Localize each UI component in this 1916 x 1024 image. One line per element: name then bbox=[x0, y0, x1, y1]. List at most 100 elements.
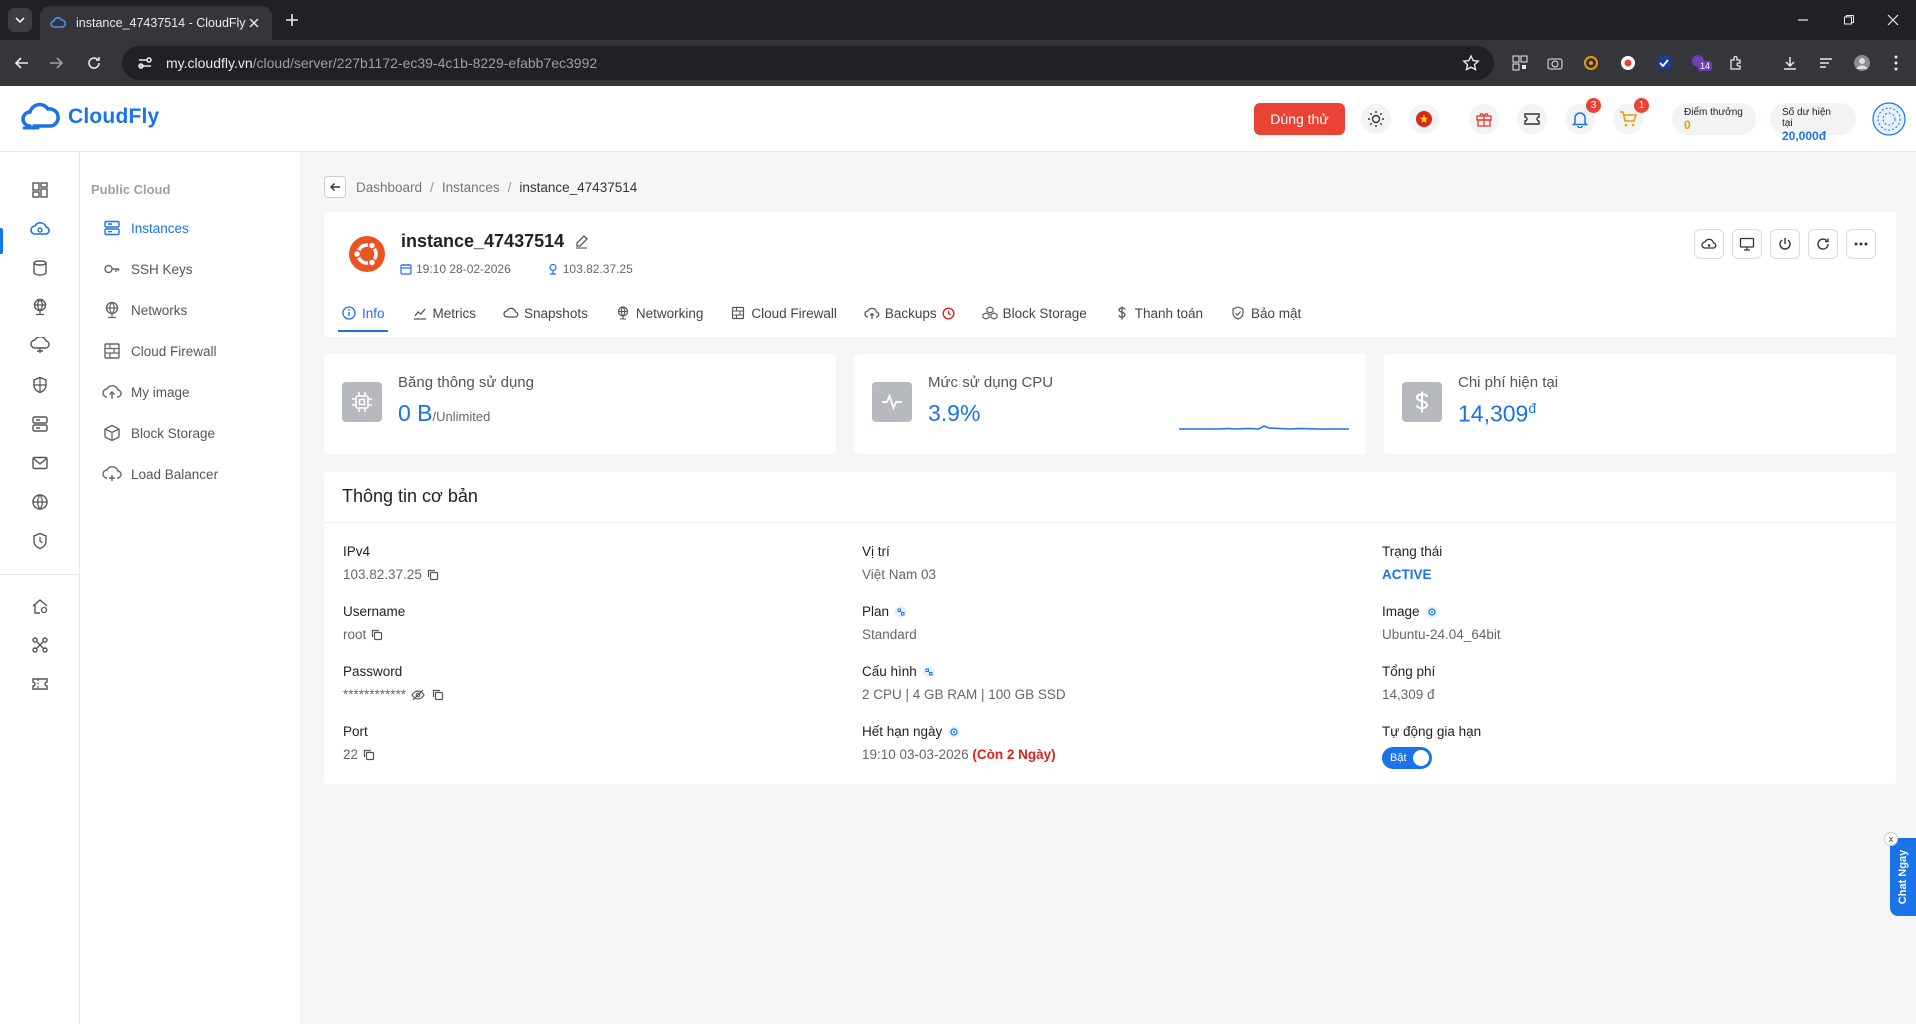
cart-button[interactable]: 1 bbox=[1613, 98, 1649, 134]
tab-label: Backups bbox=[884, 305, 937, 321]
tab-snapshots[interactable]: Snapshots bbox=[503, 297, 588, 329]
edit-icon[interactable] bbox=[574, 234, 589, 249]
more-actions-button[interactable] bbox=[1846, 229, 1876, 259]
field-port: Port 22 bbox=[343, 724, 375, 762]
rail-divider bbox=[0, 574, 80, 575]
console-cloud-button[interactable] bbox=[1694, 229, 1724, 259]
language-button[interactable] bbox=[1409, 104, 1439, 134]
tab-payment[interactable]: Thanh toán bbox=[1114, 297, 1203, 329]
tab-block-storage[interactable]: Block Storage bbox=[982, 297, 1087, 329]
power-button[interactable] bbox=[1770, 229, 1800, 259]
reading-list-icon[interactable] bbox=[1816, 53, 1836, 73]
renew-icon[interactable] bbox=[947, 725, 961, 739]
gift-button[interactable] bbox=[1469, 104, 1499, 134]
sidebar-item-load-balancer[interactable]: Load Balancer bbox=[102, 461, 218, 487]
sidebar-item-my-image[interactable]: My image bbox=[102, 379, 190, 405]
reward-points[interactable]: Điểm thưởng 0 bbox=[1672, 103, 1756, 135]
vnc-console-button[interactable] bbox=[1732, 229, 1762, 259]
address-bar[interactable]: my.cloudfly.vn/cloud/server/227b1172-ec3… bbox=[122, 46, 1494, 80]
auto-renew-toggle[interactable]: Bật bbox=[1382, 747, 1432, 769]
profile-avatar-icon[interactable] bbox=[1852, 53, 1872, 73]
browser-menu-icon[interactable] bbox=[1886, 53, 1906, 73]
rail-servers[interactable] bbox=[26, 410, 54, 438]
tab-security[interactable]: Bảo mật bbox=[1230, 297, 1301, 329]
rail-network[interactable] bbox=[26, 293, 54, 321]
cloud-upload-icon bbox=[864, 305, 880, 321]
breadcrumb-instances[interactable]: Instances bbox=[442, 180, 500, 195]
restore-icon bbox=[1844, 15, 1854, 25]
chip-icon bbox=[342, 382, 382, 422]
rail-public-cloud[interactable] bbox=[26, 215, 54, 243]
arrow-right-icon bbox=[50, 57, 64, 69]
close-window-button[interactable] bbox=[1870, 0, 1916, 40]
ticket-icon bbox=[32, 678, 48, 690]
rail-storage[interactable] bbox=[26, 254, 54, 282]
minimize-button[interactable] bbox=[1780, 0, 1826, 40]
sidebar-item-networks[interactable]: Networks bbox=[102, 297, 187, 323]
reboot-button[interactable] bbox=[1808, 229, 1838, 259]
arrow-left-icon bbox=[330, 183, 340, 191]
back-button[interactable] bbox=[324, 176, 346, 198]
checkmark-extension-icon[interactable] bbox=[1654, 53, 1674, 73]
rail-tickets[interactable] bbox=[26, 670, 54, 698]
record-extension-icon[interactable] bbox=[1618, 53, 1638, 73]
monitor-icon bbox=[1739, 237, 1755, 251]
plan-change-icon[interactable] bbox=[894, 605, 908, 619]
back-button[interactable] bbox=[10, 51, 34, 75]
eye-off-icon[interactable] bbox=[411, 689, 425, 701]
sidebar-item-instances[interactable]: Instances bbox=[102, 215, 189, 241]
sidebar-item-ssh-keys[interactable]: SSH Keys bbox=[102, 256, 193, 282]
forward-button[interactable] bbox=[44, 51, 68, 75]
restore-button[interactable] bbox=[1826, 0, 1872, 40]
tab-cloud-firewall[interactable]: Cloud Firewall bbox=[730, 297, 837, 329]
purple-extension-icon[interactable]: 14 bbox=[1690, 53, 1713, 73]
ticket-button[interactable] bbox=[1517, 104, 1547, 134]
extensions-puzzle-icon[interactable] bbox=[1726, 53, 1746, 73]
tab-networking[interactable]: Networking bbox=[615, 297, 703, 329]
rail-dashboard[interactable] bbox=[26, 176, 54, 204]
rail-firewall[interactable] bbox=[26, 371, 54, 399]
tab-metrics[interactable]: Metrics bbox=[412, 297, 476, 329]
icon-rail bbox=[0, 152, 80, 1024]
sidebar-item-cloud-firewall[interactable]: Cloud Firewall bbox=[102, 338, 217, 364]
ellipsis-icon bbox=[1854, 242, 1868, 246]
browser-tab-active[interactable]: instance_47437514 - CloudFly bbox=[40, 6, 272, 40]
theme-toggle-button[interactable] bbox=[1361, 104, 1391, 134]
try-button[interactable]: Dùng thử bbox=[1254, 103, 1345, 135]
site-info-icon[interactable] bbox=[136, 54, 154, 72]
user-avatar[interactable] bbox=[1872, 102, 1906, 136]
tab-info[interactable]: Info bbox=[338, 297, 388, 332]
tab-backups[interactable]: Backups bbox=[864, 297, 955, 329]
qr-code-extension-icon[interactable] bbox=[1510, 53, 1530, 73]
instance-meta: 19:10 28-02-2026 103.82.37.25 bbox=[400, 262, 669, 276]
breadcrumb-dashboard[interactable]: Dashboard bbox=[356, 180, 422, 195]
sidebar-item-block-storage[interactable]: Block Storage bbox=[102, 420, 215, 446]
password-value: ************ bbox=[343, 687, 407, 702]
rail-security[interactable] bbox=[26, 527, 54, 555]
rail-active-indicator bbox=[0, 228, 3, 254]
rail-home-settings[interactable] bbox=[26, 592, 54, 620]
rail-connections[interactable] bbox=[26, 631, 54, 659]
copy-icon[interactable] bbox=[371, 629, 383, 641]
copy-icon[interactable] bbox=[432, 689, 444, 701]
download-icon[interactable] bbox=[1780, 53, 1800, 73]
rebuild-image-icon[interactable] bbox=[1425, 605, 1439, 619]
reload-button[interactable] bbox=[82, 51, 106, 75]
config-change-icon[interactable] bbox=[922, 665, 936, 679]
balance-display[interactable]: Số dư hiện tại 20,000đ bbox=[1770, 103, 1856, 143]
bookmark-star-icon[interactable] bbox=[1462, 54, 1480, 72]
rail-email[interactable] bbox=[26, 449, 54, 477]
new-tab-button[interactable] bbox=[282, 10, 302, 30]
camera-extension-icon[interactable] bbox=[1545, 53, 1565, 73]
tab-search-button[interactable] bbox=[8, 8, 32, 32]
chat-now-button[interactable]: Chat Ngay bbox=[1890, 838, 1916, 916]
chat-close-button[interactable]: x bbox=[1884, 832, 1898, 846]
copy-icon[interactable] bbox=[363, 749, 375, 761]
cloudfly-logo[interactable]: CloudFly bbox=[20, 102, 159, 132]
rail-domain[interactable] bbox=[26, 488, 54, 516]
rail-cloud-backup[interactable] bbox=[26, 332, 54, 360]
copy-icon[interactable] bbox=[427, 569, 439, 581]
tab-close-icon[interactable] bbox=[246, 15, 262, 31]
orange-extension-icon[interactable] bbox=[1581, 53, 1601, 73]
notifications-button[interactable]: 3 bbox=[1565, 98, 1601, 134]
